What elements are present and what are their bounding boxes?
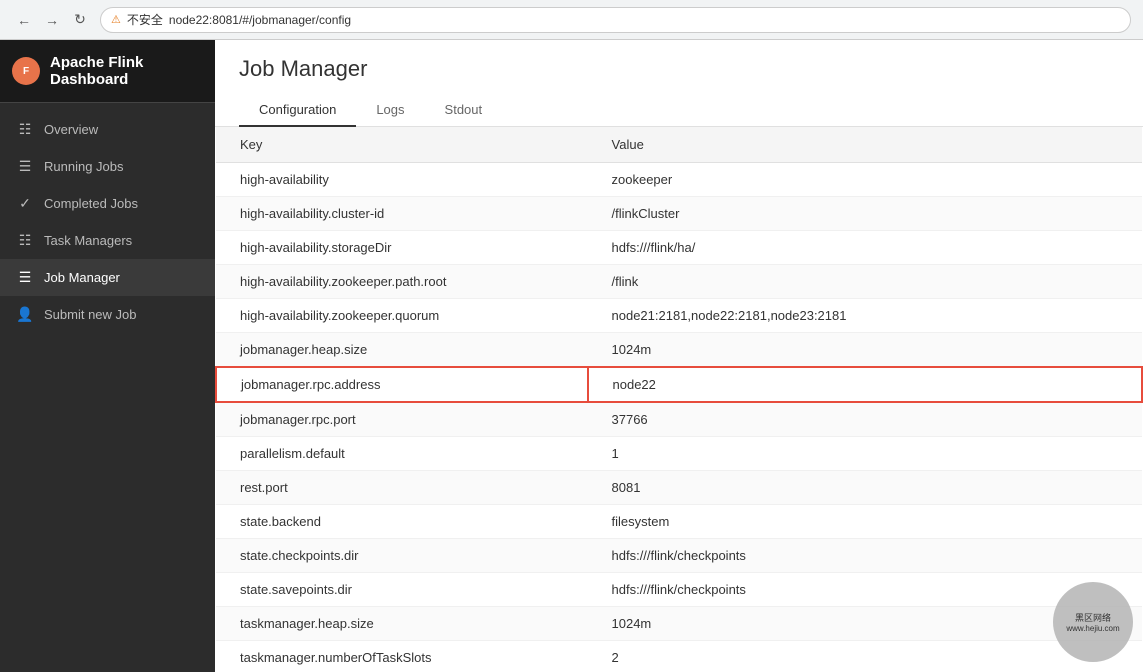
cell-key: state.savepoints.dir [216,573,588,607]
cell-value: node22 [588,367,1142,402]
table-header-row: Key Value [216,127,1142,163]
table-row: rest.port8081 [216,471,1142,505]
cell-key: taskmanager.numberOfTaskSlots [216,641,588,672]
cell-key: state.backend [216,505,588,539]
job-manager-icon: ☰ [16,269,34,286]
cell-key: high-availability.zookeeper.quorum [216,299,588,333]
nav-buttons: ← → ↻ [12,8,92,32]
sidebar: F Apache Flink Dashboard ☷ Overview ☰ Ru… [0,40,215,672]
watermark-label: 黑区网络 [1075,611,1111,624]
browser-chrome: ← → ↻ ⚠ 不安全 node22:8081/#/jobmanager/con… [0,0,1143,40]
cell-key: high-availability.cluster-id [216,197,588,231]
back-button[interactable]: ← [12,8,36,32]
sidebar-item-label: Task Managers [44,233,132,248]
sidebar-item-label: Job Manager [44,270,120,285]
cell-key: parallelism.default [216,437,588,471]
sidebar-item-job-manager[interactable]: ☰ Job Manager [0,259,215,296]
table-row: parallelism.default1 [216,437,1142,471]
overview-icon: ☷ [16,121,34,138]
sidebar-nav: ☷ Overview ☰ Running Jobs ✓ Completed Jo… [0,103,215,672]
table-row: high-availability.zookeeper.quorumnode21… [216,299,1142,333]
cell-value: 2 [588,641,1142,672]
table-row: state.checkpoints.dirhdfs:///flink/check… [216,539,1142,573]
cell-value: node21:2181,node22:2181,node23:2181 [588,299,1142,333]
sidebar-logo: F [12,57,40,85]
table-row: high-availability.zookeeper.path.root/fl… [216,265,1142,299]
table-row: state.savepoints.dirhdfs:///flink/checkp… [216,573,1142,607]
cell-key: high-availability [216,163,588,197]
task-managers-icon: ☷ [16,232,34,249]
watermark-site: www.hejiu.com [1066,624,1119,633]
sidebar-item-task-managers[interactable]: ☷ Task Managers [0,222,215,259]
table-row: high-availability.cluster-id/flinkCluste… [216,197,1142,231]
reload-button[interactable]: ↻ [68,8,92,32]
cell-value: /flinkCluster [588,197,1142,231]
cell-value: /flink [588,265,1142,299]
running-jobs-icon: ☰ [16,158,34,175]
cell-value: hdfs:///flink/ha/ [588,231,1142,265]
sidebar-title: Apache Flink Dashboard [50,54,203,88]
table-row: jobmanager.rpc.port37766 [216,402,1142,437]
table-row: taskmanager.heap.size1024m [216,607,1142,641]
security-icon: ⚠ [111,13,121,26]
cell-key: high-availability.zookeeper.path.root [216,265,588,299]
table-row: state.backendfilesystem [216,505,1142,539]
table-row: jobmanager.rpc.addressnode22 [216,367,1142,402]
sidebar-item-label: Submit new Job [44,307,137,322]
sidebar-item-overview[interactable]: ☷ Overview [0,111,215,148]
col-key: Key [216,127,588,163]
sidebar-item-label: Completed Jobs [44,196,138,211]
security-label: 不安全 [127,11,163,28]
cell-value: 1 [588,437,1142,471]
config-table: Key Value high-availabilityzookeeperhigh… [215,127,1143,672]
sidebar-header: F Apache Flink Dashboard [0,40,215,103]
app-container: F Apache Flink Dashboard ☷ Overview ☰ Ru… [0,40,1143,672]
sidebar-item-completed-jobs[interactable]: ✓ Completed Jobs [0,185,215,222]
cell-value: 8081 [588,471,1142,505]
cell-key: jobmanager.heap.size [216,333,588,368]
sidebar-item-running-jobs[interactable]: ☰ Running Jobs [0,148,215,185]
sidebar-item-label: Overview [44,122,98,137]
table-row: taskmanager.numberOfTaskSlots2 [216,641,1142,672]
sidebar-item-submit-new-job[interactable]: 👤 Submit new Job [0,296,215,333]
cell-key: rest.port [216,471,588,505]
tabs: Configuration Logs Stdout [239,94,1119,126]
cell-key: jobmanager.rpc.address [216,367,588,402]
completed-jobs-icon: ✓ [16,195,34,212]
tab-logs[interactable]: Logs [356,94,424,127]
cell-value: hdfs:///flink/checkpoints [588,539,1142,573]
tab-configuration[interactable]: Configuration [239,94,356,127]
table-row: high-availabilityzookeeper [216,163,1142,197]
submit-job-icon: 👤 [16,306,34,323]
watermark: 黑区网络 www.hejiu.com [1053,582,1133,662]
tab-stdout[interactable]: Stdout [425,94,503,127]
cell-value: 1024m [588,333,1142,368]
cell-key: state.checkpoints.dir [216,539,588,573]
address-text: node22:8081/#/jobmanager/config [169,13,351,27]
cell-value: filesystem [588,505,1142,539]
cell-value: 37766 [588,402,1142,437]
cell-key: taskmanager.heap.size [216,607,588,641]
cell-value: zookeeper [588,163,1142,197]
table-row: high-availability.storageDirhdfs:///flin… [216,231,1142,265]
cell-key: high-availability.storageDir [216,231,588,265]
col-value: Value [588,127,1142,163]
forward-button[interactable]: → [40,8,64,32]
table-row: jobmanager.heap.size1024m [216,333,1142,368]
address-bar[interactable]: ⚠ 不安全 node22:8081/#/jobmanager/config [100,7,1131,33]
cell-key: jobmanager.rpc.port [216,402,588,437]
page-title: Job Manager [239,56,1119,82]
main-content: Job Manager Configuration Logs Stdout Ke… [215,40,1143,672]
sidebar-item-label: Running Jobs [44,159,124,174]
page-header: Job Manager Configuration Logs Stdout [215,40,1143,127]
